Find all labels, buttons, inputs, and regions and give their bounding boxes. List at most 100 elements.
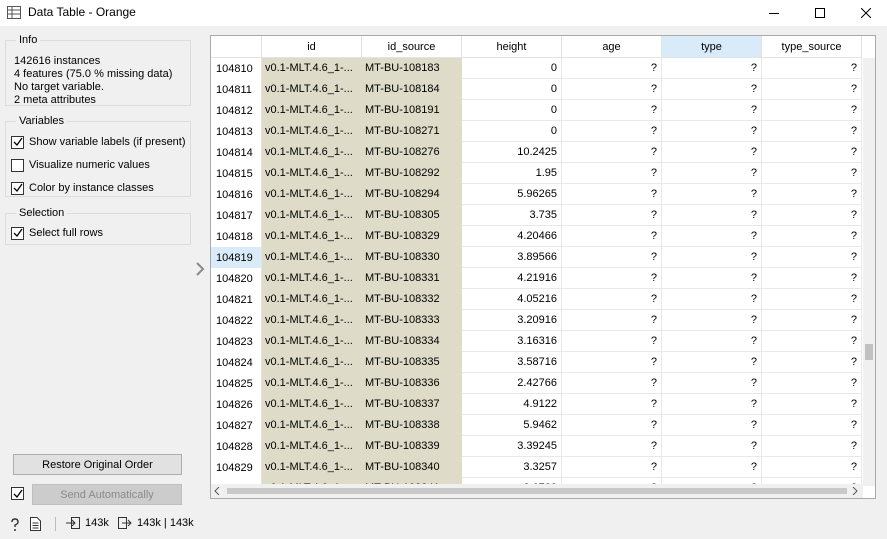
output-summary[interactable]: 143k | 143k [118, 517, 194, 529]
cell-id-source[interactable]: MT-BU-108292 [362, 163, 462, 184]
cell-id[interactable]: v0.1-MLT.4.6_1-... [262, 394, 362, 415]
cell-id-source[interactable]: MT-BU-108336 [362, 373, 462, 394]
cell-type[interactable]: ? [662, 373, 762, 394]
cell-id-source[interactable]: MT-BU-108335 [362, 352, 462, 373]
table-row[interactable]: 104829 v0.1-MLT.4.6_1-... MT-BU-108340 3.32… [211, 457, 863, 478]
row-number[interactable]: 104821 [211, 289, 262, 310]
cell-id-source[interactable]: MT-BU-108331 [362, 268, 462, 289]
table-row[interactable]: 104812 v0.1-MLT.4.6_1-... MT-BU-108191 0??? [211, 100, 863, 121]
cell-type-source[interactable]: ? [762, 121, 862, 142]
cell-id-source[interactable]: MT-BU-108337 [362, 394, 462, 415]
cell-type[interactable]: ? [662, 142, 762, 163]
cell-height[interactable]: 10.2425 [462, 142, 562, 163]
restore-original-order-button[interactable]: Restore Original Order [13, 454, 182, 475]
cell-id[interactable]: v0.1-MLT.4.6_1-... [262, 268, 362, 289]
cell-height[interactable]: 3.89566 [462, 247, 562, 268]
row-number[interactable]: 104814 [211, 142, 262, 163]
cell-type-source[interactable]: ? [762, 79, 862, 100]
cell-type[interactable]: ? [662, 394, 762, 415]
cell-type-source[interactable]: ? [762, 184, 862, 205]
cell-type[interactable]: ? [662, 310, 762, 331]
cell-type[interactable]: ? [662, 436, 762, 457]
cell-type-source[interactable]: ? [762, 100, 862, 121]
collapse-panel-icon[interactable] [195, 262, 205, 276]
cell-type-source[interactable]: ? [762, 163, 862, 184]
cell-id[interactable]: v0.1-MLT.4.6_1-... [262, 142, 362, 163]
cell-age[interactable]: ? [562, 268, 662, 289]
cell-type-source[interactable]: ? [762, 310, 862, 331]
scroll-right-icon[interactable] [852, 487, 858, 495]
cell-id[interactable]: v0.1-MLT.4.6_1-... [262, 289, 362, 310]
cell-type[interactable]: ? [662, 415, 762, 436]
cell-height[interactable]: 3.58716 [462, 352, 562, 373]
cell-height[interactable]: 4.05216 [462, 289, 562, 310]
cell-id[interactable]: v0.1-MLT.4.6_1-... [262, 373, 362, 394]
cell-type[interactable]: ? [662, 352, 762, 373]
data-table[interactable]: id id_source height age type type_source… [210, 35, 876, 499]
cell-id[interactable]: v0.1-MLT.4.6_1-... [262, 58, 362, 79]
cell-age[interactable]: ? [562, 142, 662, 163]
row-number[interactable]: 104812 [211, 100, 262, 121]
cell-type[interactable]: ? [662, 247, 762, 268]
cell-type-source[interactable]: ? [762, 457, 862, 478]
cell-age[interactable]: ? [562, 394, 662, 415]
cell-height[interactable]: 3.735 [462, 205, 562, 226]
cell-type[interactable]: ? [662, 100, 762, 121]
cell-type[interactable]: ? [662, 457, 762, 478]
cell-id-source[interactable]: MT-BU-108330 [362, 247, 462, 268]
cell-type[interactable]: ? [662, 121, 762, 142]
row-number[interactable]: 104828 [211, 436, 262, 457]
cell-type[interactable]: ? [662, 226, 762, 247]
table-row[interactable]: 104811 v0.1-MLT.4.6_1-... MT-BU-108184 0??? [211, 79, 863, 100]
table-row[interactable]: 104822 v0.1-MLT.4.6_1-... MT-BU-108333 3.20… [211, 310, 863, 331]
cell-type[interactable]: ? [662, 58, 762, 79]
cell-id-source[interactable]: MT-BU-108305 [362, 205, 462, 226]
cell-type[interactable]: ? [662, 268, 762, 289]
cell-age[interactable]: ? [562, 457, 662, 478]
cell-id[interactable]: v0.1-MLT.4.6_1-... [262, 310, 362, 331]
row-number[interactable]: 104818 [211, 226, 262, 247]
checkbox-box[interactable] [11, 226, 24, 240]
cell-type-source[interactable]: ? [762, 268, 862, 289]
cell-id[interactable]: v0.1-MLT.4.6_1-... [262, 247, 362, 268]
cell-type-source[interactable]: ? [762, 247, 862, 268]
cell-age[interactable]: ? [562, 121, 662, 142]
cell-id-source[interactable]: MT-BU-108340 [362, 457, 462, 478]
send-automatically-checkbox[interactable] [11, 487, 24, 500]
cell-height[interactable]: 3.20916 [462, 310, 562, 331]
column-header-type-source[interactable]: type_source [762, 36, 862, 58]
table-row[interactable]: 104825 v0.1-MLT.4.6_1-... MT-BU-108336 2.42… [211, 373, 863, 394]
cell-type[interactable]: ? [662, 331, 762, 352]
cell-height[interactable]: 4.21916 [462, 268, 562, 289]
table-row[interactable]: 104814 v0.1-MLT.4.6_1-... MT-BU-108276 10.2… [211, 142, 863, 163]
select-full-rows-checkbox[interactable]: Select full rows [11, 225, 103, 241]
cell-id[interactable]: v0.1-MLT.4.6_1-... [262, 100, 362, 121]
row-number[interactable]: 104815 [211, 163, 262, 184]
cell-age[interactable]: ? [562, 226, 662, 247]
row-number[interactable]: 104822 [211, 310, 262, 331]
row-number[interactable]: 104816 [211, 184, 262, 205]
cell-type[interactable]: ? [662, 184, 762, 205]
row-number[interactable]: 104820 [211, 268, 262, 289]
cell-type-source[interactable]: ? [762, 289, 862, 310]
help-icon[interactable] [10, 518, 20, 532]
table-row[interactable]: 104828 v0.1-MLT.4.6_1-... MT-BU-108339 3.39… [211, 436, 863, 457]
cell-id-source[interactable]: MT-BU-108334 [362, 331, 462, 352]
row-number[interactable]: 104819 [211, 247, 262, 268]
cell-height[interactable]: 3.39245 [462, 436, 562, 457]
cell-id-source[interactable]: MT-BU-108294 [362, 184, 462, 205]
table-row[interactable]: 104816 v0.1-MLT.4.6_1-... MT-BU-108294 5.96… [211, 184, 863, 205]
table-row[interactable]: 104810 v0.1-MLT.4.6_1-... MT-BU-108183 0??? [211, 58, 863, 79]
cell-height[interactable]: 0 [462, 121, 562, 142]
maximize-button[interactable] [797, 0, 843, 26]
cell-type-source[interactable]: ? [762, 226, 862, 247]
cell-type-source[interactable]: ? [762, 331, 862, 352]
cell-id-source[interactable]: MT-BU-108183 [362, 58, 462, 79]
cell-id[interactable]: v0.1-MLT.4.6_1-... [262, 457, 362, 478]
cell-type-source[interactable]: ? [762, 352, 862, 373]
cell-type-source[interactable]: ? [762, 205, 862, 226]
cell-id-source[interactable]: MT-BU-108276 [362, 142, 462, 163]
table-row[interactable]: 104824 v0.1-MLT.4.6_1-... MT-BU-108335 3.58… [211, 352, 863, 373]
column-header-id[interactable]: id [262, 36, 362, 58]
cell-age[interactable]: ? [562, 289, 662, 310]
